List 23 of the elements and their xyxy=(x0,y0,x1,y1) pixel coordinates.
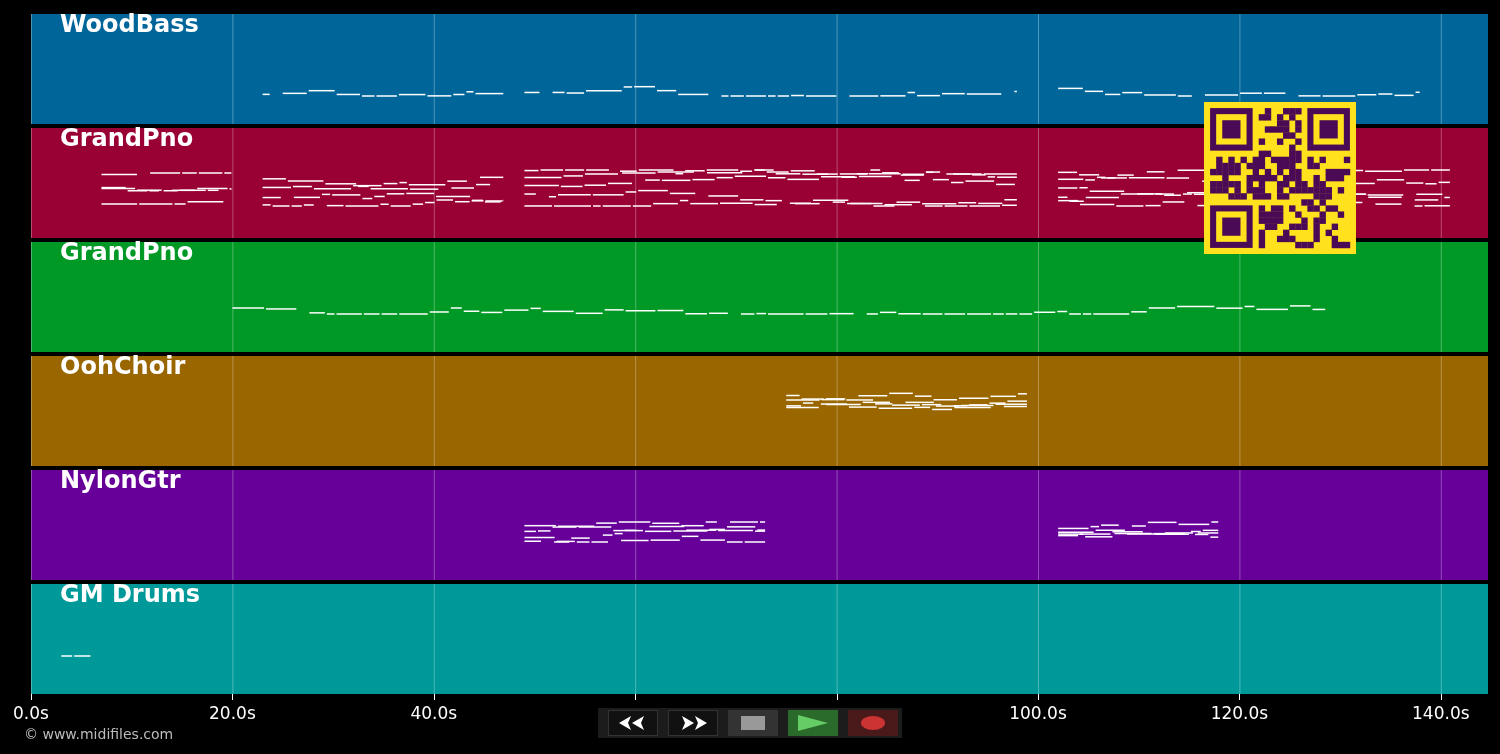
rewind-icon xyxy=(619,716,647,730)
track-name: NylonGtr xyxy=(60,466,181,494)
stop-icon xyxy=(741,716,765,730)
copyright-text: © www.midifiles.com xyxy=(24,726,174,742)
play-button[interactable] xyxy=(788,710,838,736)
time-label: 100.0s xyxy=(1009,703,1067,723)
time-label: 120.0s xyxy=(1210,703,1269,723)
time-label: 140.0s xyxy=(1412,703,1470,723)
rewind-button[interactable] xyxy=(608,710,658,736)
track-name: GrandPno xyxy=(60,124,194,152)
track-name: GM Drums xyxy=(60,580,201,608)
track-name: WoodBass xyxy=(60,10,199,38)
forward-button[interactable] xyxy=(668,710,718,736)
record-icon xyxy=(861,716,885,730)
time-label: 20.0s xyxy=(209,703,256,723)
record-button[interactable] xyxy=(848,710,898,736)
time-label: 0.0s xyxy=(13,703,49,723)
time-label: 40.0s xyxy=(410,703,458,723)
fast-forward-icon xyxy=(679,716,707,730)
track-name: OohChoir xyxy=(60,352,186,380)
stop-button[interactable] xyxy=(728,710,778,736)
track-name: GrandPno xyxy=(60,238,194,266)
play-icon xyxy=(798,715,828,731)
